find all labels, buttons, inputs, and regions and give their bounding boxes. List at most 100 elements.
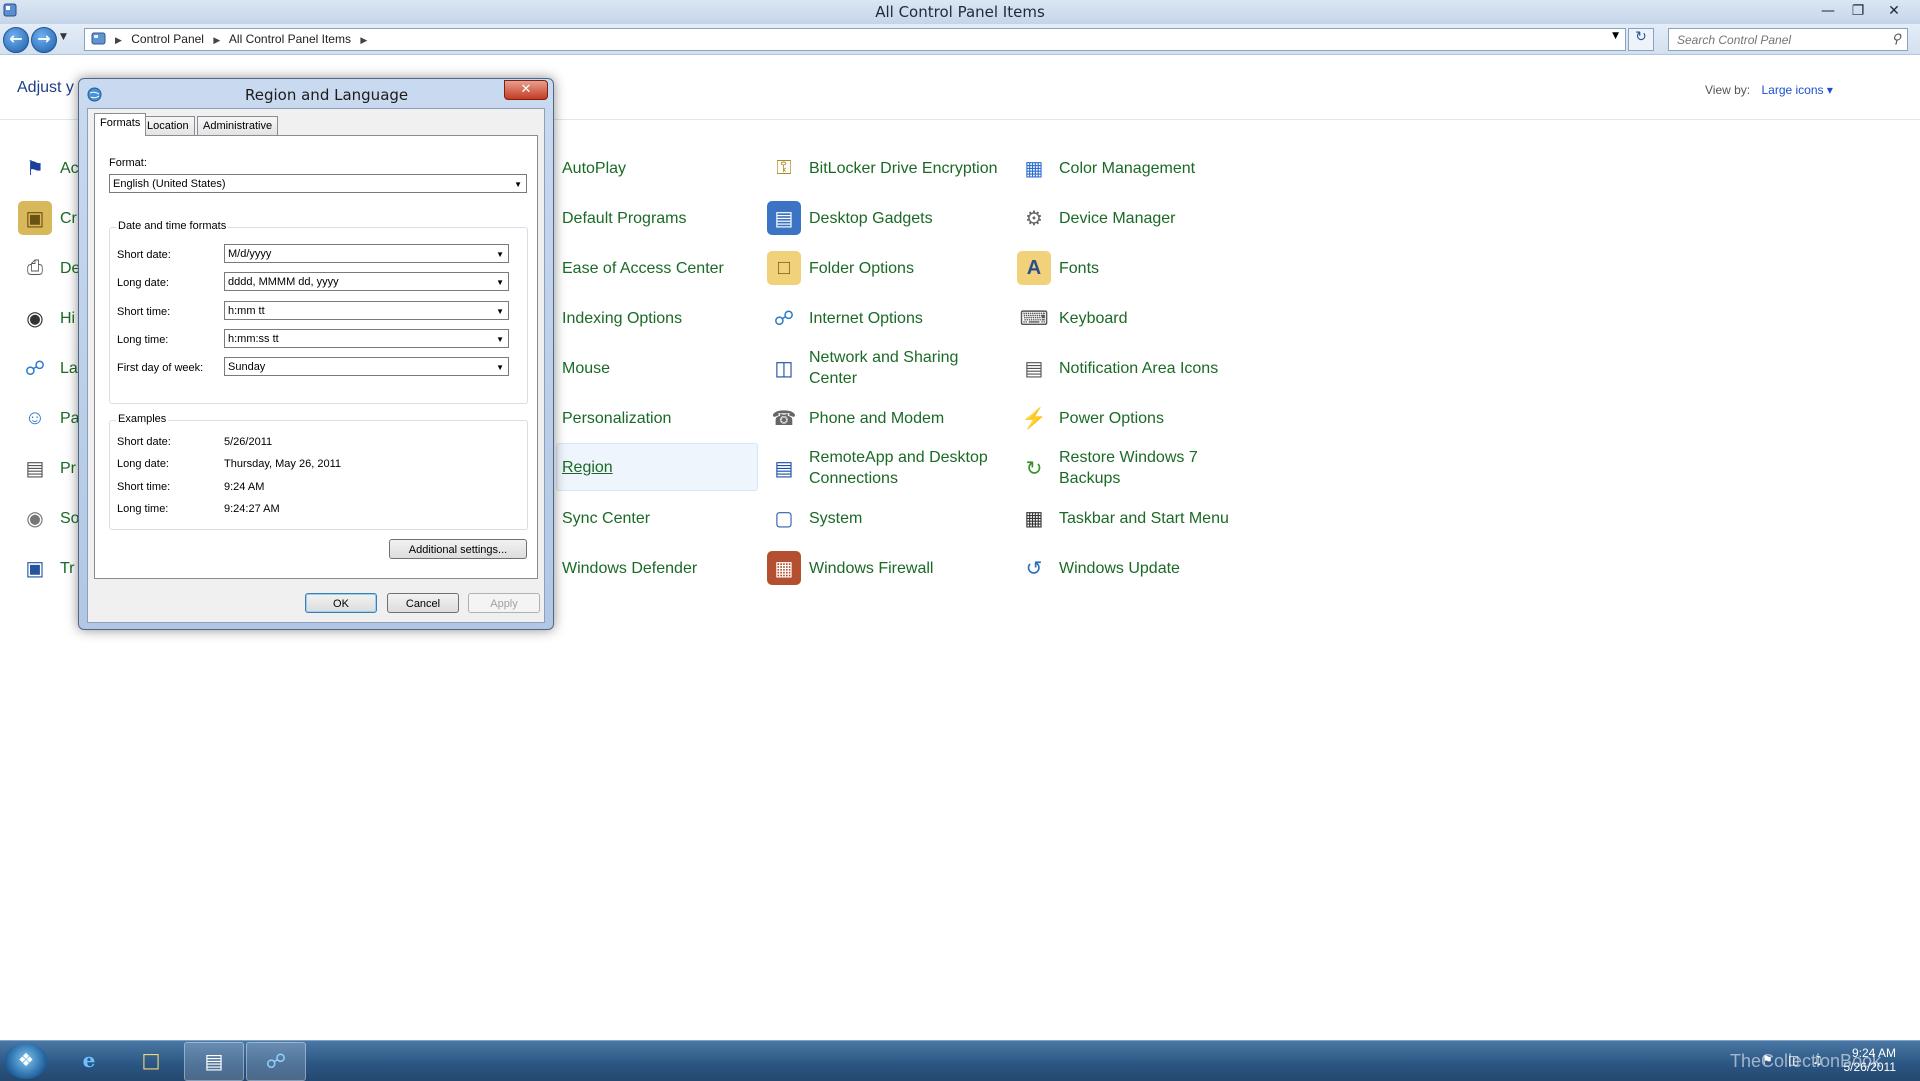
cp-item-remoteapp[interactable]: ▤ RemoteApp and Desktop Connections [767, 445, 1007, 491]
breadcrumb-control-panel[interactable]: Control Panel [131, 32, 204, 46]
forward-button[interactable]: → [31, 27, 57, 53]
cp-item-desktop-gadgets[interactable]: ▤ Desktop Gadgets [767, 195, 1007, 241]
battery-icon: ⚡ [1021, 407, 1047, 430]
cp-item-fonts[interactable]: A Fonts [1017, 245, 1257, 291]
phone-icon: ☎ [771, 407, 797, 430]
cp-item-windows-defender[interactable]: Windows Defender [562, 545, 802, 591]
first-day-label: First day of week: [117, 362, 204, 374]
short-time-label: Short time: [117, 306, 171, 318]
page-heading: Adjust y [17, 79, 74, 96]
short-date-select[interactable]: M/d/yyyy ▼ [224, 244, 509, 263]
cp-item-keyboard[interactable]: ⌨ Keyboard [1017, 295, 1257, 341]
region-language-taskbar-icon[interactable]: ☍ [246, 1042, 306, 1081]
windows-update-icon: ↺ [1025, 557, 1043, 580]
example-short-date-value: 5/26/2011 [224, 436, 273, 448]
cp-item-windows-firewall[interactable]: ▦ Windows Firewall [767, 545, 1007, 591]
cp-item-personalization[interactable]: Personalization [562, 395, 802, 441]
search-box[interactable]: ⚲ [1668, 28, 1908, 51]
close-window-button[interactable]: ✕ [1882, 1, 1906, 21]
cp-item-windows-update[interactable]: ↺ Windows Update [1017, 545, 1257, 591]
cp-item-region[interactable]: Region [556, 443, 758, 491]
parental-icon: ☺ [24, 406, 46, 429]
example-long-time-value: 9:24:27 AM [224, 503, 280, 515]
address-field[interactable]: ▶ Control Panel ▶ All Control Panel Item… [84, 28, 1626, 51]
key-lock-icon: ⚿ [776, 156, 792, 179]
address-dropdown-icon[interactable]: ▼ [1612, 31, 1619, 41]
tab-location[interactable]: Location [141, 116, 195, 135]
control-panel-crumb-icon [91, 32, 106, 45]
tab-formats[interactable]: Formats [94, 113, 147, 136]
globe-icon [87, 87, 102, 102]
cp-item-notification-area[interactable]: ▤ Notification Area Icons [1017, 345, 1317, 391]
long-time-select[interactable]: h:mm:ss tt ▼ [224, 329, 509, 348]
homegroup-icon: ◉ [26, 307, 44, 330]
notification-area-icon: ▤ [1024, 357, 1044, 380]
cp-item-internet-options[interactable]: ☍ Internet Options [767, 295, 1007, 341]
recent-pages-chevron-icon[interactable]: ▼ [60, 32, 67, 42]
refresh-button[interactable]: ↻ [1628, 28, 1654, 51]
crumb-separator-icon: ▶ [213, 35, 221, 45]
tray-volume-icon[interactable]: ♫ [1812, 1053, 1823, 1067]
view-by-dropdown[interactable]: Large icons ▾ [1761, 83, 1832, 97]
window-titlebar: All Control Panel Items — ❐ ✕ [0, 0, 1920, 25]
back-button[interactable]: ← [3, 27, 29, 53]
datetime-group-title: Date and time formats [116, 220, 229, 232]
breadcrumb-all-items[interactable]: All Control Panel Items [229, 32, 351, 46]
long-date-select[interactable]: dddd, MMMM dd, yyyy ▼ [224, 272, 509, 291]
explorer-taskbar-icon[interactable]: □ [122, 1042, 180, 1079]
internet-explorer-taskbar-icon[interactable]: e [60, 1042, 118, 1079]
cp-item-power-options[interactable]: ⚡ Power Options [1017, 395, 1257, 441]
remote-desktop-icon: ▤ [774, 457, 794, 480]
tab-administrative[interactable]: Administrative [197, 116, 279, 135]
search-input[interactable] [1675, 32, 1879, 48]
cp-item-autoplay[interactable]: AutoPlay [562, 145, 802, 191]
view-by: View by: Large icons ▾ [1705, 83, 1833, 97]
taskbar-icon: ▦ [1024, 507, 1044, 530]
start-button[interactable]: ❖ [5, 1043, 47, 1079]
cp-item-folder-options[interactable]: □ Folder Options [767, 245, 1007, 291]
example-short-time-value: 9:24 AM [224, 481, 265, 493]
cp-item-mouse[interactable]: Mouse [562, 345, 802, 391]
cp-item-ease-of-access[interactable]: Ease of Access Center [562, 245, 802, 291]
cp-item-indexing-options[interactable]: Indexing Options [562, 295, 802, 341]
first-day-select[interactable]: Sunday ▼ [224, 357, 509, 376]
dropdown-arrow-icon: ▼ [496, 363, 504, 372]
long-time-label: Long time: [117, 334, 169, 346]
cp-item-device-manager[interactable]: ⚙ Device Manager [1017, 195, 1257, 241]
computer-icon: ▢ [774, 507, 794, 530]
minimize-button[interactable]: — [1816, 1, 1840, 21]
dialog-title: Region and Language [245, 86, 409, 104]
short-date-label: Short date: [117, 249, 171, 261]
tray-network-icon[interactable]: ◫ [1788, 1053, 1799, 1067]
format-select[interactable]: English (United States) ▼ [109, 174, 527, 193]
speaker-icon: ◉ [26, 507, 44, 530]
additional-settings-button[interactable]: Additional settings... [389, 539, 527, 559]
tray-clock[interactable]: 9:24 AM 5/26/2011 [1840, 1046, 1897, 1074]
search-icon[interactable]: ⚲ [1891, 31, 1901, 47]
short-time-select[interactable]: h:mm tt ▼ [224, 301, 509, 320]
ok-button[interactable]: OK [305, 593, 377, 613]
cp-item-network-sharing[interactable]: ◫ Network and Sharing Center [767, 345, 1007, 391]
cp-item-sync-center[interactable]: Sync Center [562, 495, 802, 541]
taskbar: ❖ e □ ▤ ☍ TheCollectionBook ⚑ ◫ ♫ 9:24 A… [0, 1040, 1920, 1081]
maximize-button[interactable]: ❐ [1846, 1, 1870, 21]
apply-button[interactable]: Apply [468, 593, 540, 613]
cp-item-taskbar-start-menu[interactable]: ▦ Taskbar and Start Menu [1017, 495, 1317, 541]
cp-item-system[interactable]: ▢ System [767, 495, 1007, 541]
cp-item-restore-backups[interactable]: ↻ Restore Windows 7 Backups [1017, 445, 1257, 491]
cancel-button[interactable]: Cancel [387, 593, 459, 613]
cp-item-color-management[interactable]: ▦ Color Management [1017, 145, 1257, 191]
examples-group: Examples [109, 413, 528, 530]
flag-icon: ⚑ [26, 157, 44, 180]
control-panel-taskbar-icon[interactable]: ▤ [184, 1042, 244, 1081]
dropdown-arrow-icon: ▼ [496, 250, 504, 259]
example-long-time-label: Long time: [117, 503, 169, 515]
cp-item-default-programs[interactable]: Default Programs [562, 195, 802, 241]
view-by-label: View by: [1705, 83, 1751, 97]
tray-flag-icon[interactable]: ⚑ [1762, 1053, 1773, 1067]
cp-item-bitlocker[interactable]: ⚿ BitLocker Drive Encryption [767, 145, 1007, 191]
format-label: Format: [109, 157, 147, 169]
cp-item-phone-modem[interactable]: ☎ Phone and Modem [767, 395, 1007, 441]
printer-icon: ⎙ [27, 256, 43, 279]
dialog-close-button[interactable]: ✕ [504, 80, 548, 100]
